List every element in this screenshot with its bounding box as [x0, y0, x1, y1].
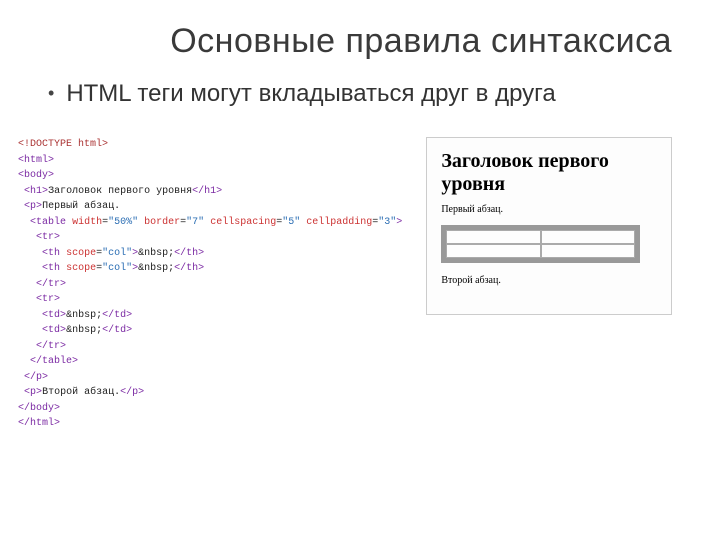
code-tag-tr: tr — [42, 232, 54, 243]
code-tag-html-close: html — [30, 418, 54, 429]
code-tag-table: table — [36, 217, 66, 228]
rendered-preview: Заголовок первого уровня Первый абзац. В… — [426, 137, 672, 315]
bullet-item: • HTML теги могут вкладываться друг в др… — [48, 79, 672, 109]
code-attr-border: border — [144, 217, 180, 228]
code-tag-h1-close: h1 — [204, 186, 216, 197]
code-val-cellpadding: "3" — [378, 217, 396, 228]
code-tag-td2: td — [48, 325, 60, 336]
code-h1-text: Заголовок первого уровня — [48, 186, 192, 197]
code-attr-scope2: scope — [66, 263, 96, 274]
code-th2-nbsp: &nbsp; — [138, 263, 174, 274]
code-tag-tr2: tr — [42, 294, 54, 305]
code-tag-tr-close: tr — [48, 279, 60, 290]
code-tag-tr2-close: tr — [48, 341, 60, 352]
code-val-width: "50%" — [108, 217, 138, 228]
code-attr-cellpadding: cellpadding — [306, 217, 372, 228]
code-td-nbsp: &nbsp; — [66, 310, 102, 321]
code-th-nbsp: &nbsp; — [138, 248, 174, 259]
bullet-dot-icon: • — [48, 79, 54, 107]
code-tag-td-close: td — [114, 310, 126, 321]
table-cell — [541, 230, 635, 244]
slide-title: Основные правила синтаксиса — [48, 22, 672, 61]
code-tag-table-close: table — [42, 356, 72, 367]
preview-table — [441, 225, 639, 263]
code-tag-th: th — [48, 248, 60, 259]
code-attr-width: width — [72, 217, 102, 228]
code-val-cellspacing: "5" — [282, 217, 300, 228]
code-val-scope: "col" — [102, 248, 132, 259]
code-tag-th2: th — [48, 263, 60, 274]
preview-paragraph-2: Второй абзац. — [441, 275, 657, 286]
code-tag-th2-close: th — [186, 263, 198, 274]
preview-heading: Заголовок первого уровня — [441, 150, 657, 196]
table-cell — [541, 244, 635, 258]
table-cell — [446, 230, 540, 244]
code-tag-html-open: html — [24, 155, 48, 166]
preview-paragraph-1: Первый абзац. — [441, 204, 657, 215]
code-tag-body-close: body — [30, 403, 54, 414]
code-doctype: <!DOCTYPE html> — [18, 139, 108, 150]
code-tag-td: td — [48, 310, 60, 321]
code-p1-text: Первый абзац. — [42, 201, 120, 212]
table-row — [446, 230, 634, 244]
code-val-scope2: "col" — [102, 263, 132, 274]
table-cell — [446, 244, 540, 258]
code-p2-text: Второй абзац. — [42, 387, 120, 398]
code-attr-scope: scope — [66, 248, 96, 259]
bullet-text: HTML теги могут вкладываться друг в друг… — [66, 79, 555, 109]
code-tag-td2-close: td — [114, 325, 126, 336]
table-row — [446, 244, 634, 258]
code-tag-h1-open: h1 — [30, 186, 42, 197]
code-tag-th-close: th — [186, 248, 198, 259]
code-attr-cellspacing: cellspacing — [210, 217, 276, 228]
code-block: <!DOCTYPE html> <html> <body> <h1>Заголо… — [18, 137, 402, 432]
code-td2-nbsp: &nbsp; — [66, 325, 102, 336]
code-tag-body-open: body — [24, 170, 48, 181]
code-val-border: "7" — [186, 217, 204, 228]
